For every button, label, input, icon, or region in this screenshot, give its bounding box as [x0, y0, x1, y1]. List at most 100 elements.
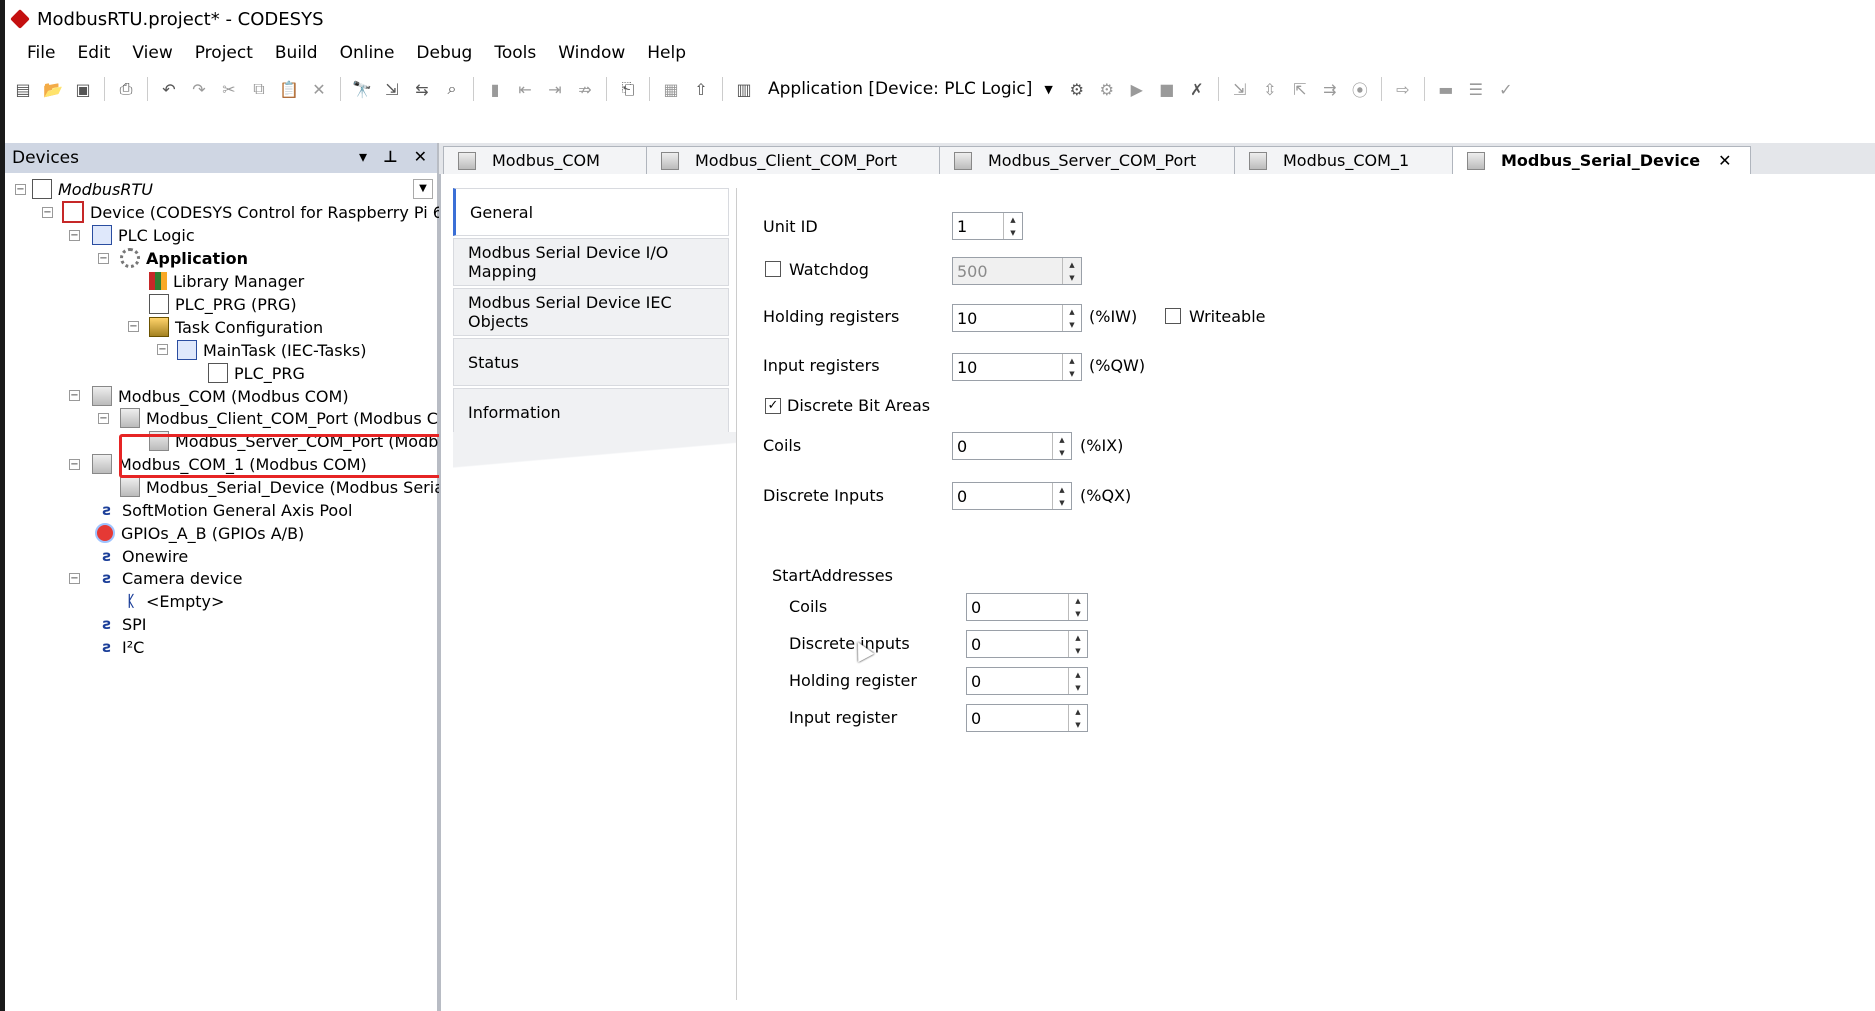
- write-values-icon[interactable]: ▬: [1434, 77, 1458, 101]
- start-input-register-spinner[interactable]: ▲ ▼: [1068, 705, 1087, 731]
- panel-menu-icon[interactable]: ▾: [359, 147, 367, 166]
- spin-up-icon[interactable]: ▲: [1004, 213, 1022, 226]
- holding-registers-input[interactable]: 10 ▲ ▼: [952, 304, 1082, 332]
- tree-node-plc-prg[interactable]: PLC_PRG (PRG): [149, 292, 297, 316]
- step-over-icon[interactable]: ⇲: [1228, 77, 1252, 101]
- tree-node-plc-logic[interactable]: PLC Logic: [92, 223, 195, 247]
- tree-node-i2c[interactable]: ƨ I²C: [98, 635, 145, 659]
- discrete-inputs-input[interactable]: 0 ▲ ▼: [952, 482, 1072, 510]
- input-registers-spinner[interactable]: ▲ ▼: [1062, 354, 1081, 380]
- writeable-checkbox[interactable]: [1165, 308, 1181, 324]
- side-tab-general[interactable]: General: [453, 188, 729, 236]
- spin-up-icon[interactable]: ▲: [1069, 631, 1087, 644]
- spin-up-icon[interactable]: ▲: [1053, 433, 1071, 446]
- tree-node-modbus-client-com-port[interactable]: Modbus_Client_COM_Port (Modbus Client: [120, 406, 473, 430]
- tree-node-project[interactable]: ModbusRTU: [32, 177, 153, 201]
- start-discrete-inputs-input[interactable]: 0 ▲ ▼: [966, 630, 1088, 658]
- spin-down-icon[interactable]: ▼: [1069, 607, 1087, 620]
- menu-view[interactable]: View: [124, 43, 186, 63]
- chevron-down-icon[interactable]: ▼: [1044, 83, 1052, 96]
- start-coils-input[interactable]: 0 ▲ ▼: [966, 593, 1088, 621]
- tab-modbus-server-com-port[interactable]: Modbus_Server_COM_Port: [939, 146, 1235, 174]
- side-tab-information[interactable]: Information: [453, 388, 729, 436]
- tree-node-camera-device[interactable]: ƨ Camera device: [98, 566, 243, 590]
- collapse-toggle[interactable]: −: [128, 321, 139, 332]
- cut-icon[interactable]: ✂: [217, 77, 241, 101]
- side-tab-io-mapping[interactable]: Modbus Serial Device I/O Mapping: [453, 238, 729, 286]
- tree-node-task-configuration[interactable]: Task Configuration: [149, 315, 323, 339]
- replace-icon[interactable]: ⇆: [410, 77, 434, 101]
- collapse-toggle[interactable]: −: [69, 459, 80, 470]
- tree-node-modbus-server-com-port[interactable]: Modbus_Server_COM_Port (Modbus: [149, 429, 457, 453]
- reset-icon[interactable]: ✗: [1185, 77, 1209, 101]
- watchdog-checkbox[interactable]: [765, 261, 781, 277]
- spin-up-icon[interactable]: ▲: [1063, 354, 1081, 367]
- bookmark-next-icon[interactable]: ⇥: [543, 77, 567, 101]
- pin-icon[interactable]: ⊥: [383, 147, 398, 166]
- breakpoint-icon[interactable]: ⦿: [1348, 77, 1372, 101]
- tree-node-onewire[interactable]: ƨ Onewire: [98, 544, 189, 568]
- collapse-toggle[interactable]: −: [15, 184, 26, 195]
- print-icon[interactable]: ⎙: [114, 77, 138, 101]
- tab-modbus-serial-device[interactable]: Modbus_Serial_Device ✕: [1452, 146, 1751, 174]
- next-statement-icon[interactable]: ⇨: [1391, 77, 1415, 101]
- menu-project[interactable]: Project: [187, 43, 267, 63]
- spin-down-icon[interactable]: ▼: [1053, 446, 1071, 459]
- step-into-icon[interactable]: ⇳: [1258, 77, 1282, 101]
- export-icon[interactable]: ⇧: [689, 77, 713, 101]
- tab-modbus-com[interactable]: Modbus_COM: [443, 146, 647, 174]
- bookmark-clear-icon[interactable]: ⇏: [573, 77, 597, 101]
- collapse-toggle[interactable]: −: [157, 344, 168, 355]
- menu-file[interactable]: File: [5, 43, 69, 63]
- coils-input[interactable]: 0 ▲ ▼: [952, 432, 1072, 460]
- tree-node-gpios[interactable]: GPIOs_A_B (GPIOs A/B): [95, 521, 304, 545]
- menu-build[interactable]: Build: [267, 43, 332, 63]
- tree-node-modbus-com[interactable]: Modbus_COM (Modbus COM): [92, 384, 349, 408]
- collapse-toggle[interactable]: −: [69, 230, 80, 241]
- close-icon[interactable]: ✕: [414, 147, 427, 166]
- input-registers-input[interactable]: 10 ▲ ▼: [952, 353, 1082, 381]
- stop-icon[interactable]: ■: [1155, 77, 1179, 101]
- menu-edit[interactable]: Edit: [69, 43, 124, 63]
- login-icon[interactable]: ⚙: [1065, 77, 1089, 101]
- collapse-toggle[interactable]: −: [98, 413, 109, 424]
- tree-node-maintask[interactable]: MainTask (IEC-Tasks): [177, 338, 366, 362]
- watchdog-spinner[interactable]: ▲ ▼: [1062, 258, 1081, 284]
- paste-icon[interactable]: 📋: [277, 77, 301, 101]
- holding-registers-spinner[interactable]: ▲ ▼: [1062, 305, 1081, 331]
- find-icon[interactable]: 🔭: [350, 77, 374, 101]
- unit-id-input[interactable]: 1 ▲ ▼: [952, 212, 1023, 240]
- menu-tools[interactable]: Tools: [486, 43, 550, 63]
- save-icon[interactable]: ▣: [71, 77, 95, 101]
- spin-down-icon[interactable]: ▼: [1063, 367, 1081, 380]
- start-icon[interactable]: ▶: [1125, 77, 1149, 101]
- side-tab-iec-objects[interactable]: Modbus Serial Device IEC Objects: [453, 288, 729, 336]
- spin-up-icon[interactable]: ▲: [1069, 594, 1087, 607]
- watchdog-input[interactable]: 500 ▲ ▼: [952, 257, 1082, 285]
- collapse-toggle[interactable]: −: [69, 390, 80, 401]
- close-tab-icon[interactable]: ✕: [1718, 151, 1731, 170]
- active-application-label[interactable]: Application [Device: PLC Logic]: [762, 79, 1038, 99]
- coils-spinner[interactable]: ▲ ▼: [1052, 433, 1071, 459]
- tab-modbus-com-1[interactable]: Modbus_COM_1: [1234, 146, 1453, 174]
- spin-down-icon[interactable]: ▼: [1053, 496, 1071, 509]
- collapse-toggle[interactable]: −: [98, 253, 109, 264]
- unit-id-spinner[interactable]: ▲ ▼: [1003, 213, 1022, 239]
- tree-dropdown-icon[interactable]: ▼: [413, 179, 433, 199]
- find-in-project-icon[interactable]: ⌕: [440, 77, 464, 101]
- collapse-toggle[interactable]: −: [69, 573, 80, 584]
- run-to-cursor-icon[interactable]: ⇉: [1318, 77, 1342, 101]
- tree-node-application[interactable]: Application: [120, 246, 248, 270]
- spin-up-icon[interactable]: ▲: [1069, 668, 1087, 681]
- spin-down-icon[interactable]: ▼: [1063, 318, 1081, 331]
- spin-down-icon[interactable]: ▼: [1004, 226, 1022, 239]
- tree-node-modbus-serial-device[interactable]: Modbus_Serial_Device (Modbus Serial De: [120, 475, 476, 499]
- discrete-bit-areas-checkbox[interactable]: ✓: [765, 398, 781, 414]
- start-coils-spinner[interactable]: ▲ ▼: [1068, 594, 1087, 620]
- tree-node-empty-slot[interactable]: ᛕ <Empty>: [122, 589, 224, 613]
- spin-up-icon[interactable]: ▲: [1069, 705, 1087, 718]
- open-folder-icon[interactable]: 📂: [41, 77, 65, 101]
- new-project-icon[interactable]: ▤: [11, 77, 35, 101]
- tree-node-library-manager[interactable]: Library Manager: [149, 269, 304, 293]
- unforce-icon[interactable]: ✓: [1494, 77, 1518, 101]
